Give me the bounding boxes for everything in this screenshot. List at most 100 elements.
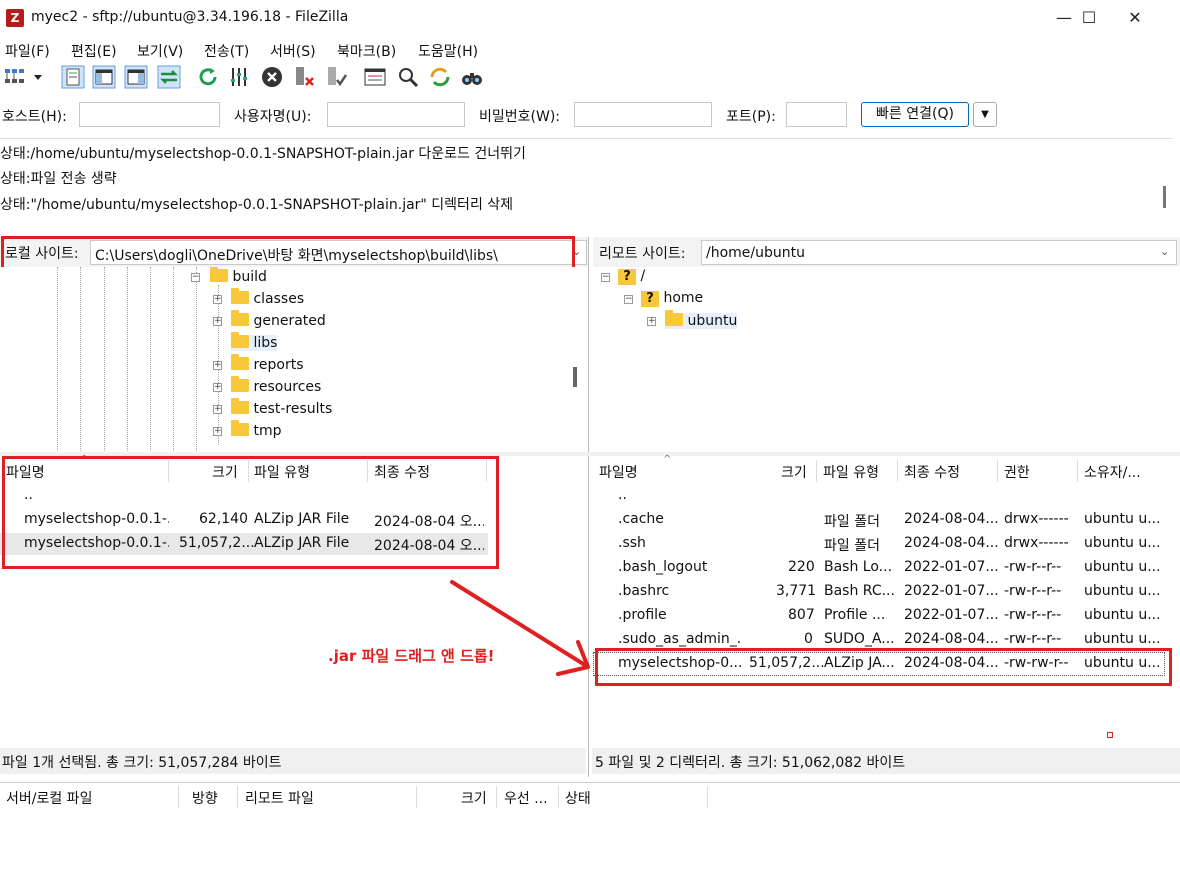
expand-icon[interactable]: +	[213, 317, 222, 326]
toggle-remote-tree-icon[interactable]	[124, 65, 148, 89]
expand-icon[interactable]: +	[213, 361, 222, 370]
toggle-log-icon[interactable]	[61, 65, 85, 89]
column-type[interactable]: 파일 유형	[823, 462, 879, 482]
unknown-folder-icon: ?	[641, 291, 659, 307]
tree-node-reports[interactable]: reports	[231, 354, 304, 373]
menu-file[interactable]: 파일(F)	[5, 41, 50, 61]
highlight-box	[595, 648, 1172, 686]
collapse-icon[interactable]: −	[191, 273, 200, 282]
menu-bookmarks[interactable]: 북마크(B)	[337, 41, 396, 61]
folder-icon	[231, 354, 249, 370]
menu-edit[interactable]: 편집(E)	[71, 41, 117, 61]
message-log: 상태:/home/ubuntu/myselectshop-0.0.1-SNAPS…	[0, 138, 1172, 232]
process-queue-icon[interactable]	[228, 65, 252, 89]
quickconnect-bar: 호스트(H): 사용자명(U): 비밀번호(W): 포트(P): 빠른 연결(Q…	[0, 98, 1180, 134]
queue-column-local-file[interactable]: 서버/로컬 파일	[6, 788, 92, 808]
log-line: 상태:/home/ubuntu/myselectshop-0.0.1-SNAPS…	[0, 146, 526, 162]
list-item[interactable]: .profile 807 Profile ... 2022-01-07... -…	[594, 605, 1168, 627]
menu-transfer[interactable]: 전송(T)	[204, 41, 249, 61]
column-modified[interactable]: 최종 수정	[904, 462, 960, 482]
list-item[interactable]: .bashrc 3,771 Bash RC... 2022-01-07... -…	[594, 581, 1168, 603]
cancel-operation-icon[interactable]	[260, 65, 284, 89]
username-input[interactable]	[327, 102, 465, 127]
collapse-icon[interactable]: −	[601, 273, 610, 282]
close-button[interactable]: ✕	[1112, 0, 1158, 38]
folder-icon	[231, 332, 249, 348]
toggle-queue-icon[interactable]	[157, 65, 181, 89]
chevron-down-icon[interactable]	[31, 65, 45, 89]
log-scrollbar[interactable]	[1163, 186, 1166, 208]
disconnect-icon[interactable]	[292, 65, 316, 89]
expand-icon[interactable]: +	[213, 427, 222, 436]
list-item[interactable]: .cache 파일 폴더 2024-08-04... drwx------ ub…	[594, 509, 1168, 531]
pane-splitter[interactable]	[588, 237, 589, 777]
password-input[interactable]	[574, 102, 712, 127]
menu-server[interactable]: 서버(S)	[270, 41, 316, 61]
remote-path-input[interactable]: /home/ubuntu	[701, 240, 1177, 265]
list-item[interactable]: .ssh 파일 폴더 2024-08-04... drwx------ ubun…	[594, 533, 1168, 555]
toolbar	[0, 62, 1180, 92]
quickconnect-button[interactable]: 빠른 연결(Q)	[861, 102, 969, 127]
queue-column-direction[interactable]: 방향	[192, 788, 218, 808]
column-size[interactable]: 크기	[781, 462, 807, 482]
folder-icon	[210, 267, 228, 282]
menu-view[interactable]: 보기(V)	[137, 41, 183, 61]
host-input[interactable]	[79, 102, 220, 127]
remote-status-text: 5 파일 및 2 디렉터리. 총 크기: 51,062,082 바이트	[595, 755, 906, 771]
tree-node-libs[interactable]: libs	[231, 332, 278, 351]
chevron-down-icon[interactable]: ⌄	[1160, 245, 1169, 258]
local-status-bar: 파일 1개 선택됨. 총 크기: 51,057,284 바이트	[0, 748, 586, 774]
folder-icon	[231, 376, 249, 392]
highlight-box	[1, 236, 575, 270]
log-line: 상태:"/home/ubuntu/myselectshop-0.0.1-SNAP…	[0, 197, 514, 213]
tree-node-ubuntu[interactable]: ubuntu	[665, 310, 738, 329]
directory-compare-icon[interactable]	[396, 65, 420, 89]
folder-icon	[231, 420, 249, 436]
tree-node-home[interactable]: ? home	[641, 290, 703, 307]
sort-ascending-icon: ^	[663, 454, 672, 465]
drag-arrow-icon	[450, 580, 590, 676]
column-filename[interactable]: 파일명	[599, 462, 638, 482]
expand-icon[interactable]: +	[213, 295, 222, 304]
tree-node-tmp[interactable]: tmp	[231, 420, 281, 439]
local-tree-scrollbar[interactable]	[573, 367, 577, 387]
filezilla-logo-icon: Z	[6, 9, 24, 27]
sync-browsing-icon[interactable]	[428, 65, 452, 89]
log-line: 상태:파일 전송 생략	[0, 171, 117, 187]
list-item[interactable]: .bash_logout 220 Bash Lo... 2022-01-07..…	[594, 557, 1168, 579]
tree-node-classes[interactable]: classes	[231, 288, 304, 307]
tree-node-build[interactable]: build	[210, 267, 267, 285]
tree-node-generated[interactable]: generated	[231, 310, 326, 329]
maximize-button[interactable]: ☐	[1066, 0, 1112, 38]
toggle-local-tree-icon[interactable]	[92, 65, 116, 89]
column-owner[interactable]: 소유자/...	[1084, 462, 1141, 482]
reconnect-icon[interactable]	[324, 65, 348, 89]
collapse-icon[interactable]: −	[624, 295, 633, 304]
port-label: 포트(P):	[726, 109, 776, 125]
tree-node-resources[interactable]: resources	[231, 376, 321, 395]
tree-node-test-results[interactable]: test-results	[231, 398, 332, 417]
binoculars-icon[interactable]	[460, 65, 484, 89]
refresh-icon[interactable]	[196, 65, 220, 89]
tree-node-root[interactable]: ? /	[618, 268, 645, 285]
site-manager-icon[interactable]	[3, 65, 27, 89]
menu-help[interactable]: 도움말(H)	[418, 41, 478, 61]
folder-icon	[231, 288, 249, 304]
queue-column-priority[interactable]: 우선 ...	[504, 788, 548, 808]
column-permissions[interactable]: 권한	[1004, 462, 1030, 482]
expand-icon[interactable]: +	[647, 317, 656, 326]
password-label: 비밀번호(W):	[479, 109, 561, 125]
queue-column-remote-file[interactable]: 리모트 파일	[245, 788, 314, 808]
port-input[interactable]	[786, 102, 847, 127]
remote-path-bar: 리모트 사이트: /home/ubuntu ⌄	[593, 237, 1180, 267]
expand-icon[interactable]: +	[213, 383, 222, 392]
expand-icon[interactable]: +	[213, 405, 222, 414]
directory-listing-filters-icon[interactable]	[363, 65, 387, 89]
queue-column-status[interactable]: 상태	[565, 788, 591, 808]
folder-icon	[231, 398, 249, 414]
queue-column-size[interactable]: 크기	[461, 788, 487, 808]
quickconnect-dropdown-button[interactable]: ▼	[973, 102, 997, 127]
remote-site-label: 리모트 사이트:	[599, 246, 686, 262]
list-item[interactable]: ..	[594, 485, 1168, 507]
local-status-text: 파일 1개 선택됨. 총 크기: 51,057,284 바이트	[2, 755, 282, 771]
